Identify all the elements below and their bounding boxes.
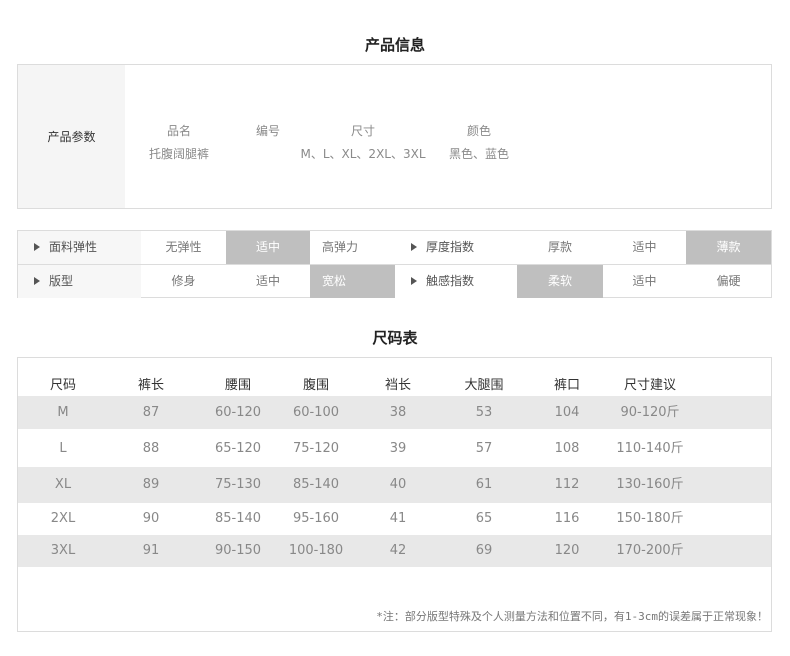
size-table-title: 尺码表 — [372, 329, 418, 347]
header-size: 尺码 — [49, 378, 76, 393]
table-cell: 108 — [554, 441, 580, 456]
header-rise: 裆长 — [384, 378, 411, 393]
table-row: XL 89 75-130 85-140 40 61 112 130-160斤 — [18, 467, 771, 503]
option-slim: 修身 — [171, 274, 196, 288]
table-cell: 116 — [554, 511, 580, 526]
table-cell: 95-160 — [292, 511, 340, 526]
header-waist: 腰围 — [224, 378, 251, 393]
table-cell: 60-120 — [214, 405, 262, 420]
info-label: 品名 — [166, 124, 191, 138]
table-cell: 100-180 — [288, 543, 344, 558]
option-medium-touch: 适中 — [632, 274, 657, 288]
info-value: 托腹阔腿裤 — [148, 147, 209, 161]
table-cell: 65-120 — [214, 441, 262, 456]
attr-label: 触感指数 — [426, 274, 475, 288]
table-cell: 112 — [554, 477, 580, 492]
info-col-name: 品名 托腹阔腿裤 — [138, 65, 220, 208]
info-label: 尺寸 — [350, 124, 375, 138]
header-belly: 腹围 — [302, 378, 329, 393]
table-cell: 41 — [389, 511, 407, 526]
option-medium-thickness: 适中 — [632, 240, 657, 254]
table-row: L 88 65-120 75-120 39 57 108 110-140斤 — [18, 430, 771, 467]
table-cell: 39 — [389, 441, 407, 456]
triangle-right-icon — [411, 276, 417, 285]
option-medium-stretch-selected: 适中 — [226, 231, 310, 264]
triangle-right-icon — [34, 276, 40, 285]
option-firm: 偏硬 — [716, 274, 741, 288]
attr-label: 面料弹性 — [49, 240, 98, 254]
table-cell: 53 — [475, 405, 493, 420]
attr-header-elasticity: 面料弹性 — [18, 231, 141, 264]
table-cell: XL — [54, 477, 72, 492]
product-info-title: 产品信息 — [364, 36, 425, 54]
table-cell: L — [59, 441, 67, 456]
size-table: 尺码 裤长 腰围 腹围 裆长 大腿围 裤口 尺寸建议 M 87 60-120 60-1… — [17, 357, 772, 632]
triangle-right-icon — [411, 242, 417, 251]
product-params-label: 产品参数 — [18, 65, 125, 208]
table-cell: 89 — [142, 477, 160, 492]
header-suggestion: 尺寸建议 — [623, 378, 676, 393]
table-cell: 40 — [389, 477, 407, 492]
header-length: 裤长 — [137, 378, 164, 393]
table-cell: 110-140斤 — [616, 441, 684, 456]
table-cell: 85-140 — [214, 511, 262, 526]
info-col-size: 尺寸 M、L、XL、2XL、3XL — [298, 65, 428, 208]
size-note: *注：部分版型特殊及个人测量方法和位置不同，有1-3cm的误差属于正常现象！ — [376, 610, 768, 623]
table-cell: 2XL — [50, 511, 76, 526]
attr-label: 厚度指数 — [426, 240, 475, 254]
attr-header-touch: 触感指数 — [395, 265, 517, 298]
option-thick: 厚款 — [547, 240, 572, 254]
table-row: 2XL 90 85-140 95-160 41 65 116 150-180斤 — [18, 503, 771, 535]
attr-header-thickness: 厚度指数 — [395, 231, 517, 264]
info-col-color: 颜色 黑色、蓝色 — [434, 65, 524, 208]
table-row: M 87 60-120 60-100 38 53 104 90-120斤 — [18, 396, 771, 429]
table-cell: 90 — [142, 511, 160, 526]
option-thin-selected: 薄款 — [686, 231, 771, 264]
option-no-stretch: 无弹性 — [165, 240, 202, 254]
product-info-panel: 产品参数 品名 托腹阔腿裤 编号 尺寸 M、L、XL、2XL、3XL 颜色 黑色… — [17, 64, 772, 209]
header-thigh: 大腿围 — [464, 378, 504, 393]
table-cell: 42 — [389, 543, 407, 558]
table-cell: 60-100 — [292, 405, 340, 420]
table-cell: M — [57, 405, 69, 420]
table-cell: 61 — [475, 477, 493, 492]
attr-label: 版型 — [49, 274, 74, 288]
table-cell: 91 — [142, 543, 160, 558]
option-high-stretch: 高弹力 — [322, 240, 359, 254]
table-cell: 87 — [142, 405, 160, 420]
attributes-panel: 面料弹性 无弹性 适中 高弹力 厚度指数 厚款 适中 薄款 版型 修身 适中 宽… — [17, 230, 772, 298]
table-cell: 75-130 — [214, 477, 262, 492]
table-cell: 57 — [475, 441, 493, 456]
table-cell: 75-120 — [292, 441, 340, 456]
attr-header-fit: 版型 — [18, 265, 141, 298]
table-cell: 69 — [475, 543, 493, 558]
triangle-right-icon — [34, 242, 40, 251]
option-soft-selected: 柔软 — [517, 265, 603, 298]
table-cell: 90-150 — [214, 543, 262, 558]
table-cell: 90-120斤 — [620, 405, 680, 420]
option-loose-selected: 宽松 — [310, 265, 395, 298]
header-hem: 裤口 — [553, 378, 580, 393]
info-value: M、L、XL、2XL、3XL — [300, 147, 426, 161]
table-cell: 88 — [142, 441, 160, 456]
option-medium-fit: 适中 — [255, 274, 280, 288]
table-cell: 65 — [475, 511, 493, 526]
info-value: 黑色、蓝色 — [448, 147, 509, 161]
table-cell: 104 — [554, 405, 580, 420]
table-cell: 150-180斤 — [616, 511, 684, 526]
table-cell: 120 — [554, 543, 580, 558]
table-cell: 38 — [389, 405, 407, 420]
table-cell: 3XL — [50, 543, 76, 558]
table-cell: 85-140 — [292, 477, 340, 492]
table-row: 3XL 91 90-150 100-180 42 69 120 170-200斤 — [18, 535, 771, 567]
table-cell: 170-200斤 — [616, 543, 684, 558]
table-cell: 130-160斤 — [616, 477, 684, 492]
info-label: 颜色 — [466, 124, 491, 138]
